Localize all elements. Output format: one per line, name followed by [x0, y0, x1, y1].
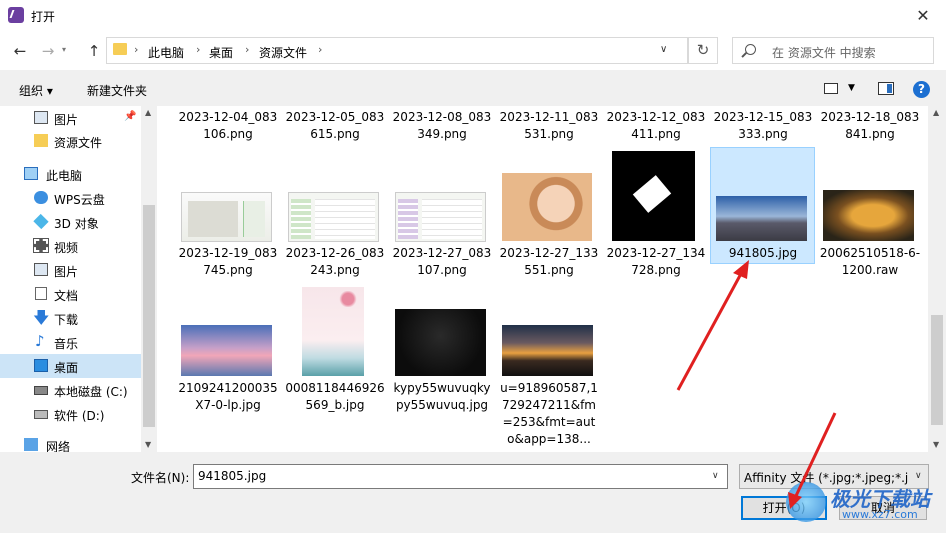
- annotation-arrow-file: [676, 260, 749, 391]
- annotation-overlay: [676, 260, 837, 509]
- annotation-arrow-open: [788, 412, 837, 509]
